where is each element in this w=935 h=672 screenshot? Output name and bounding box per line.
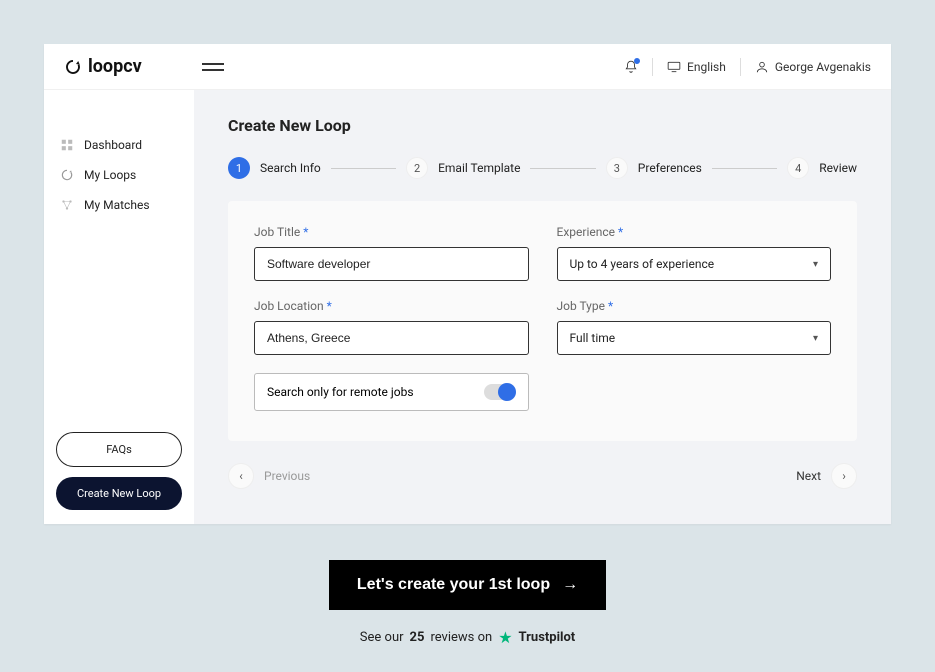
logo-text: loopcv xyxy=(88,56,142,77)
step-email-template[interactable]: 2 Email Template xyxy=(406,157,520,179)
loop-icon xyxy=(64,58,82,76)
grid-icon xyxy=(60,138,74,152)
content: Create New Loop 1 Search Info 2 Email Te… xyxy=(194,90,891,524)
faqs-label: FAQs xyxy=(106,443,132,456)
next-label: Next xyxy=(796,469,821,483)
divider xyxy=(740,58,741,76)
chevron-left-icon: ‹ xyxy=(228,463,254,489)
stepper: 1 Search Info 2 Email Template 3 Prefere… xyxy=(228,157,857,179)
experience-label: Experience * xyxy=(557,225,832,239)
network-icon xyxy=(60,198,74,212)
form-card: Job Title * Experience * Up to 4 years o… xyxy=(228,201,857,441)
language-switcher[interactable]: English xyxy=(667,60,726,74)
remote-label: Search only for remote jobs xyxy=(267,385,414,399)
step-label: Search Info xyxy=(260,161,321,175)
topbar-right: English George Avgenakis xyxy=(624,58,871,76)
step-number: 3 xyxy=(606,157,628,179)
job-title-label: Job Title * xyxy=(254,225,529,239)
notifications-button[interactable] xyxy=(624,60,638,74)
create-first-loop-button[interactable]: Let's create your 1st loop → xyxy=(329,560,606,610)
star-icon: ★ xyxy=(498,628,512,647)
step-label: Email Template xyxy=(438,161,520,175)
page-title: Create New Loop xyxy=(228,116,857,135)
create-loop-label: Create New Loop xyxy=(77,487,161,500)
loop-icon xyxy=(60,168,74,182)
step-review[interactable]: 4 Review xyxy=(787,157,857,179)
step-number: 4 xyxy=(787,157,809,179)
next-button[interactable]: Next › xyxy=(796,463,857,489)
main-area: Dashboard My Loops My Matches FAQs C xyxy=(44,90,891,524)
previous-label: Previous xyxy=(264,469,310,483)
app-shell: loopcv English George Avgenakis xyxy=(44,44,891,524)
sidebar: Dashboard My Loops My Matches FAQs C xyxy=(44,90,194,524)
create-loop-button[interactable]: Create New Loop xyxy=(56,477,182,510)
user-menu[interactable]: George Avgenakis xyxy=(755,60,871,74)
sidebar-bottom: FAQs Create New Loop xyxy=(56,432,182,510)
previous-button[interactable]: ‹ Previous xyxy=(228,463,310,489)
step-number: 1 xyxy=(228,157,250,179)
menu-toggle[interactable] xyxy=(202,63,224,71)
remote-toggle-row: Search only for remote jobs xyxy=(254,373,529,411)
sidebar-item-mymatches[interactable]: My Matches xyxy=(56,190,182,220)
step-label: Preferences xyxy=(638,161,702,175)
step-search-info[interactable]: 1 Search Info xyxy=(228,157,321,179)
monitor-icon xyxy=(667,61,681,73)
jobtype-value: Full time xyxy=(570,331,616,345)
field-location: Job Location * xyxy=(254,299,529,355)
topbar: loopcv English George Avgenakis xyxy=(44,44,891,90)
field-job-title: Job Title * xyxy=(254,225,529,281)
chevron-down-icon: ▾ xyxy=(813,333,818,344)
cta-section: Let's create your 1st loop → See our 25 … xyxy=(0,560,935,647)
chevron-down-icon: ▾ xyxy=(813,259,818,270)
jobtype-select[interactable]: Full time ▾ xyxy=(557,321,832,355)
trust-post: reviews on xyxy=(430,630,492,645)
step-connector xyxy=(331,168,396,169)
trustpilot-line[interactable]: See our 25 reviews on ★ Trustpilot xyxy=(360,628,575,647)
step-number: 2 xyxy=(406,157,428,179)
field-jobtype: Job Type * Full time ▾ xyxy=(557,299,832,355)
location-input[interactable] xyxy=(254,321,529,355)
notification-dot xyxy=(634,58,640,64)
trust-count: 25 xyxy=(410,630,425,645)
sidebar-item-label: My Matches xyxy=(84,198,150,212)
faqs-button[interactable]: FAQs xyxy=(56,432,182,467)
sidebar-item-myloops[interactable]: My Loops xyxy=(56,160,182,190)
job-title-input[interactable] xyxy=(254,247,529,281)
sidebar-item-label: My Loops xyxy=(84,168,136,182)
field-experience: Experience * Up to 4 years of experience… xyxy=(557,225,832,281)
form-nav: ‹ Previous Next › xyxy=(228,463,857,489)
step-label: Review xyxy=(819,161,857,175)
sidebar-item-dashboard[interactable]: Dashboard xyxy=(56,130,182,160)
location-label: Job Location * xyxy=(254,299,529,313)
user-name: George Avgenakis xyxy=(775,60,871,74)
sidebar-item-label: Dashboard xyxy=(84,138,142,152)
arrow-right-icon: → xyxy=(562,576,578,594)
logo[interactable]: loopcv xyxy=(64,56,142,77)
cta-label: Let's create your 1st loop xyxy=(357,576,550,594)
experience-value: Up to 4 years of experience xyxy=(570,257,715,271)
step-connector xyxy=(712,168,777,169)
trust-brand: Trustpilot xyxy=(519,630,576,645)
remote-toggle[interactable] xyxy=(484,384,516,400)
user-icon xyxy=(755,60,769,74)
step-preferences[interactable]: 3 Preferences xyxy=(606,157,702,179)
jobtype-label: Job Type * xyxy=(557,299,832,313)
step-connector xyxy=(530,168,595,169)
language-label: English xyxy=(687,60,726,74)
experience-select[interactable]: Up to 4 years of experience ▾ xyxy=(557,247,832,281)
trust-pre: See our xyxy=(360,630,404,645)
chevron-right-icon: › xyxy=(831,463,857,489)
divider xyxy=(652,58,653,76)
